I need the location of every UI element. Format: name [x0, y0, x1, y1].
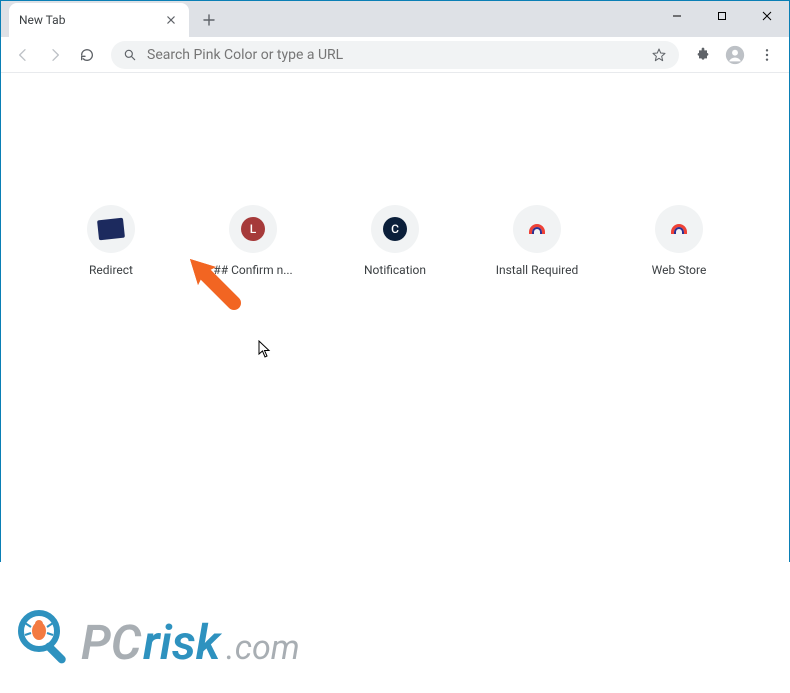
shortcut-confirm[interactable]: L ## Confirm n... [197, 205, 309, 277]
arrow-right-icon [47, 47, 63, 63]
close-icon [762, 11, 772, 21]
forward-button[interactable] [41, 41, 69, 69]
window-controls [654, 1, 789, 31]
maximize-button[interactable] [699, 1, 744, 31]
shortcuts-row: Redirect L ## Confirm n... C Notificatio… [1, 205, 789, 277]
person-circle-icon [724, 44, 746, 66]
watermark: PC risk .com [11, 603, 331, 683]
cursor-icon [258, 340, 272, 358]
star-icon [651, 47, 667, 63]
maximize-icon [717, 11, 727, 21]
shortcut-label: Web Store [652, 263, 707, 277]
shortcut-icon: C [371, 205, 419, 253]
shortcut-install-required[interactable]: Install Required [481, 205, 593, 277]
reload-button[interactable] [73, 41, 101, 69]
shortcut-icon: L [229, 205, 277, 253]
extensions-button[interactable] [689, 41, 717, 69]
back-button[interactable] [9, 41, 37, 69]
letter-icon: C [383, 217, 407, 241]
close-tab-button[interactable] [163, 12, 179, 28]
plus-icon [203, 14, 215, 26]
mouse-cursor [258, 340, 272, 362]
letter-icon: L [241, 217, 265, 241]
tab-strip: New Tab [1, 1, 789, 37]
shortcut-label: Redirect [89, 263, 133, 277]
toolbar [1, 37, 789, 73]
close-icon [167, 16, 175, 24]
rainbow-icon [671, 224, 687, 234]
shortcut-web-store[interactable]: Web Store [623, 205, 735, 277]
svg-text:PC: PC [81, 614, 142, 671]
shortcut-icon [655, 205, 703, 253]
new-tab-button[interactable] [195, 6, 223, 34]
svg-text:.com: .com [226, 628, 300, 668]
rainbow-icon [529, 224, 545, 234]
shortcut-icon [513, 205, 561, 253]
minimize-button[interactable] [654, 1, 699, 31]
bookmark-button[interactable] [651, 47, 667, 63]
shortcut-label: Install Required [496, 263, 579, 277]
puzzle-icon [695, 47, 711, 63]
pcrisk-logo: PC risk .com [11, 603, 331, 683]
omnibox[interactable] [111, 41, 679, 69]
profile-button[interactable] [721, 41, 749, 69]
arrow-left-icon [15, 47, 31, 63]
window-close-button[interactable] [744, 1, 789, 31]
kebab-icon [759, 47, 775, 63]
minimize-icon [672, 11, 682, 21]
shortcut-label: Notification [364, 263, 426, 277]
svg-text:risk: risk [143, 614, 223, 671]
shortcut-notification[interactable]: C Notification [339, 205, 451, 277]
shortcut-label: ## Confirm n... [213, 263, 292, 277]
search-icon [123, 48, 137, 62]
menu-button[interactable] [753, 41, 781, 69]
reload-icon [79, 47, 95, 63]
shortcut-icon [87, 205, 135, 253]
tab-title: New Tab [19, 13, 65, 27]
new-tab-page: Redirect L ## Confirm n... C Notificatio… [1, 205, 789, 693]
shortcut-redirect[interactable]: Redirect [55, 205, 167, 277]
address-input[interactable] [147, 47, 641, 63]
browser-tab[interactable]: New Tab [9, 3, 189, 37]
tile-icon [97, 218, 125, 241]
